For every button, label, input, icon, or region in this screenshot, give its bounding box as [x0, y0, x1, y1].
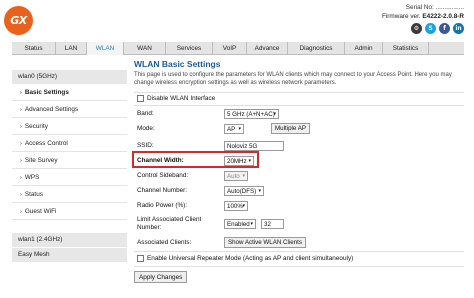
sidebar-section-wlan0[interactable]: wlan0 (5GHz): [12, 70, 127, 84]
radio-power-label: Radio Power (%):: [137, 202, 188, 209]
mode-label: Mode:: [137, 125, 155, 132]
chevron-down-icon: ▾: [242, 203, 245, 209]
limit-clients-select[interactable]: Enabled ▾: [224, 219, 256, 229]
tab-statistics[interactable]: Statistics: [383, 42, 429, 55]
firmware-info: Firmware ver. E4222-2.0.8-R: [382, 13, 464, 20]
tab-diagnostics[interactable]: Diagnostics: [288, 42, 345, 55]
sidebar-item-access-control[interactable]: › Access Control: [12, 135, 127, 152]
disable-wlan-checkbox[interactable]: [137, 95, 144, 102]
multiple-ap-button[interactable]: Multiple AP: [271, 123, 310, 134]
tab-wan[interactable]: WAN: [124, 42, 166, 55]
main-content: WLAN Basic Settings This page is used to…: [134, 55, 464, 87]
channel-width-value: 20MHz: [227, 157, 247, 165]
sidebar-item-label: Access Control: [24, 140, 68, 147]
chevron-right-icon: ›: [20, 158, 22, 164]
channel-width-select[interactable]: 20MHz ▾: [224, 156, 254, 166]
mode-select[interactable]: AP ▾: [224, 124, 244, 134]
sidebar-item-label: Advanced Settings: [24, 106, 79, 113]
ssid-label: SSID:: [137, 142, 154, 149]
control-sideband-label: Control Sideband:: [137, 172, 189, 179]
limit-clients-label-2: Number:: [137, 224, 162, 231]
sidebar-item-basic-settings[interactable]: › Basic Settings: [12, 84, 127, 101]
band-label: Band:: [137, 110, 154, 117]
chevron-down-icon: ▾: [238, 126, 241, 132]
chevron-right-icon: ›: [20, 209, 22, 215]
radio-power-value: 100%: [227, 202, 243, 210]
chevron-right-icon: ›: [20, 175, 22, 181]
chevron-right-icon: ›: [20, 107, 22, 113]
social-links: ⚙ S f in: [382, 23, 464, 34]
mode-value: AP: [227, 125, 236, 133]
divider: [134, 251, 464, 252]
universal-repeater-checkbox[interactable]: [137, 255, 144, 262]
universal-repeater-label: Enable Universal Repeater Mode (Acting a…: [147, 255, 354, 262]
sidebar-item-label: Guest WiFi: [24, 208, 57, 215]
limit-clients-value: Enabled: [227, 220, 250, 228]
limit-clients-label: Limit Associated Client: [137, 216, 202, 223]
tab-voip[interactable]: VoIP: [213, 42, 247, 55]
divider: [134, 92, 464, 93]
chevron-right-icon: ›: [20, 124, 22, 130]
sidebar-item-label: WPS: [24, 174, 40, 181]
radio-power-select[interactable]: 100% ▾: [224, 201, 248, 211]
tab-advance[interactable]: Advance: [247, 42, 288, 55]
tab-admin[interactable]: Admin: [345, 42, 383, 55]
divider: [134, 266, 464, 267]
sidebar: wlan0 (5GHz) › Basic Settings › Advanced S…: [12, 70, 127, 220]
nav-filler: [429, 42, 464, 54]
chevron-down-icon: ▾: [242, 173, 245, 179]
linkedin-icon[interactable]: in: [453, 23, 464, 34]
chevron-right-icon: ›: [20, 192, 22, 198]
limit-clients-number-input[interactable]: 32: [261, 219, 284, 229]
chevron-right-icon: ›: [20, 90, 22, 96]
divider: [134, 105, 464, 106]
header-info: Serial No: ................ Firmware ver…: [382, 4, 464, 34]
associated-clients-label: Associated Clients:: [137, 239, 192, 246]
control-sideband-value: Auto: [227, 172, 240, 180]
disable-wlan-label: Disable WLAN Interface: [147, 95, 216, 102]
chevron-down-icon: ▾: [258, 188, 261, 194]
sidebar-item-status[interactable]: › Status: [12, 186, 127, 203]
chevron-right-icon: ›: [20, 141, 22, 147]
sidebar-item-advanced-settings[interactable]: › Advanced Settings: [12, 101, 127, 118]
band-value: 5 GHz (A+N+AC): [227, 110, 275, 118]
chevron-down-icon: ▾: [250, 221, 253, 227]
facebook-icon[interactable]: f: [439, 23, 450, 34]
channel-number-label: Channel Number:: [137, 187, 188, 194]
channel-number-value: Auto(DFS): [227, 187, 257, 195]
chevron-down-icon: ▾: [248, 158, 251, 164]
channel-number-select[interactable]: Auto(DFS) ▾: [224, 186, 264, 196]
settings-icon[interactable]: ⚙: [411, 23, 422, 34]
ssid-input[interactable]: Noloviz 5G: [224, 141, 284, 151]
skype-icon[interactable]: S: [425, 23, 436, 34]
page-title: WLAN Basic Settings: [134, 59, 221, 69]
sidebar-item-site-survey[interactable]: › Site Survey: [12, 152, 127, 169]
sidebar-section-easy-mesh[interactable]: Easy Mesh: [12, 248, 127, 262]
serial-number: Serial No: ................: [405, 4, 464, 11]
tab-wlan[interactable]: WLAN: [87, 42, 124, 55]
sidebar-item-security[interactable]: › Security: [12, 118, 127, 135]
page-description: This page is used to configure the param…: [134, 72, 452, 86]
firmware-version: E4222-2.0.8-R: [422, 13, 464, 20]
band-select[interactable]: 5 GHz (A+N+AC) ▾: [224, 109, 279, 119]
sidebar-item-guest-wifi[interactable]: › Guest WiFi: [12, 203, 127, 220]
main-nav: Status LAN WLAN WAN Services VoIP Advanc…: [12, 42, 464, 55]
show-active-clients-button[interactable]: Show Active WLAN Clients: [224, 237, 306, 248]
brand-logo: GX: [4, 6, 33, 35]
tab-status[interactable]: Status: [12, 42, 56, 55]
sidebar-item-label: Security: [24, 123, 48, 130]
sidebar-item-wps[interactable]: › WPS: [12, 169, 127, 186]
apply-changes-button[interactable]: Apply Changes: [134, 271, 188, 283]
sidebar-item-label: Site Survey: [24, 157, 58, 164]
firmware-label: Firmware ver.: [381, 13, 421, 20]
channel-width-label: Channel Width:: [137, 157, 184, 164]
sidebar-item-label: Basic Settings: [24, 89, 69, 96]
sidebar-section-wlan1[interactable]: wlan1 (2.4GHz): [12, 233, 127, 247]
tab-lan[interactable]: LAN: [56, 42, 87, 55]
chevron-down-icon: ▾: [273, 111, 276, 117]
sidebar-item-label: Status: [24, 191, 43, 198]
tab-services[interactable]: Services: [166, 42, 213, 55]
control-sideband-select[interactable]: Auto ▾: [224, 171, 248, 181]
